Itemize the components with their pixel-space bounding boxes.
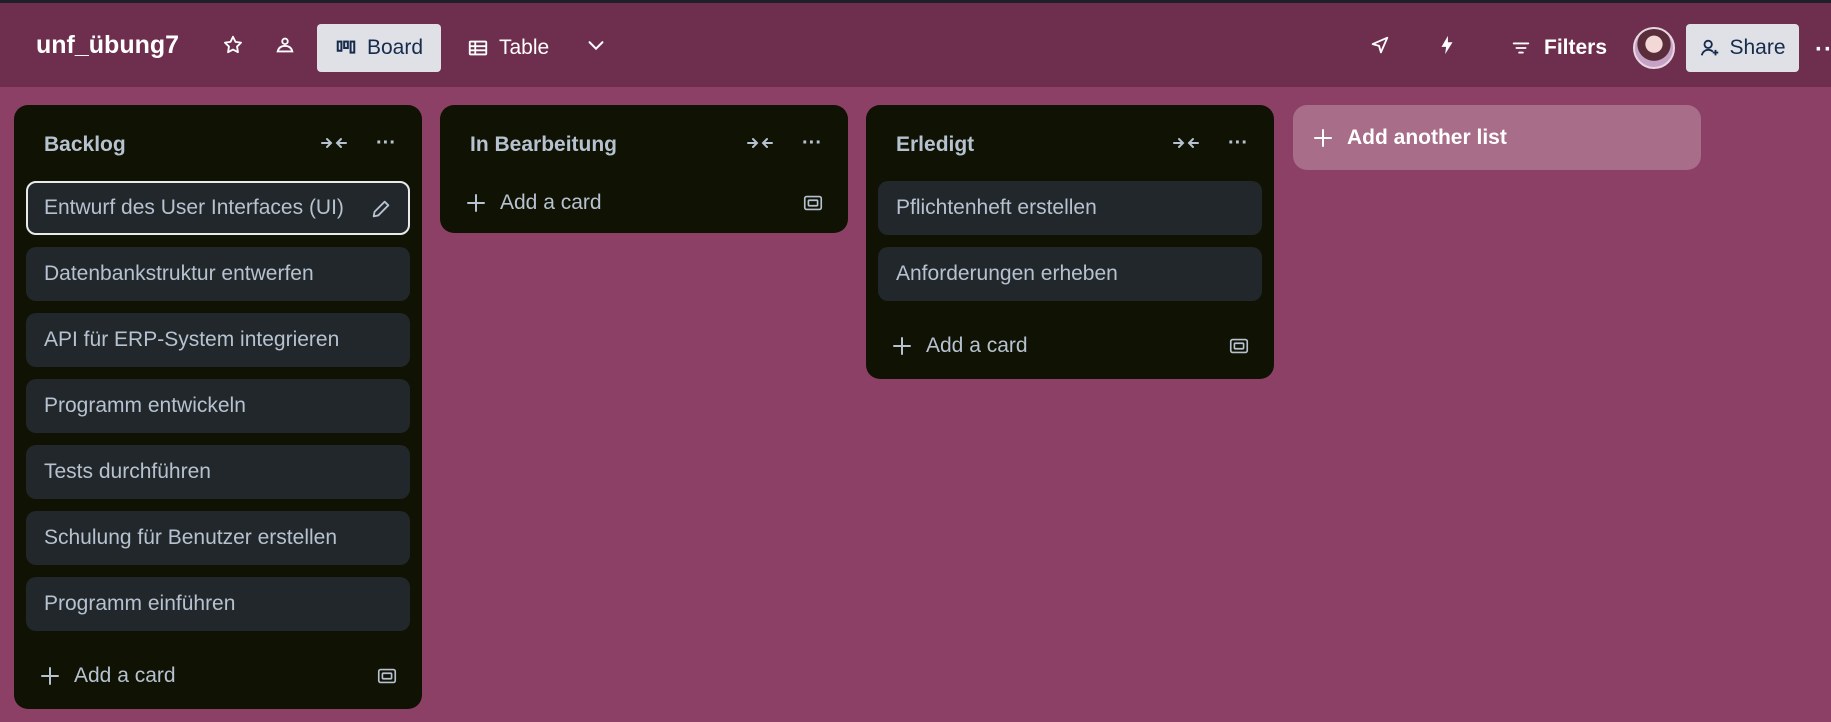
board-menu-icon[interactable]: ··: [1815, 36, 1831, 64]
card-title: Pflichtenheft erstellen: [896, 196, 1097, 219]
edit-icon[interactable]: [370, 198, 392, 220]
list-title[interactable]: In Bearbeitung: [470, 133, 617, 157]
add-card-button[interactable]: Add a card: [878, 313, 1262, 379]
list-backlog: Backlog ··· Entwurf des User Interfaces …: [14, 105, 422, 709]
card-title: Entwurf des User Interfaces (UI): [44, 196, 344, 219]
card-title: Programm einführen: [44, 592, 236, 615]
list-erledigt: Erledigt ··· Pflichtenheft erstellen Anf…: [866, 105, 1274, 379]
plus-icon: [41, 667, 59, 685]
card[interactable]: Programm einführen: [26, 577, 410, 631]
plus-icon: [893, 337, 911, 355]
card-title: Schulung für Benutzer erstellen: [44, 526, 338, 549]
list-title[interactable]: Erledigt: [896, 133, 974, 157]
add-card-button[interactable]: Add a card: [26, 643, 410, 709]
card-title: API für ERP-System integrieren: [44, 328, 340, 351]
add-card-button[interactable]: Add a card: [452, 173, 836, 233]
board-title[interactable]: unf_übung7: [36, 31, 179, 60]
card[interactable]: Schulung für Benutzer erstellen: [26, 511, 410, 565]
card-title: Datenbankstruktur entwerfen: [44, 262, 314, 285]
views-dropdown-icon[interactable]: [576, 25, 616, 65]
card-template-icon[interactable]: [802, 192, 824, 214]
add-card-label: Add a card: [500, 191, 602, 214]
list-header: In Bearbeitung ···: [440, 105, 848, 181]
card[interactable]: Datenbankstruktur entwerfen: [26, 247, 410, 301]
card[interactable]: API für ERP-System integrieren: [26, 313, 410, 367]
card[interactable]: Pflichtenheft erstellen: [878, 181, 1262, 235]
card[interactable]: Tests durchführen: [26, 445, 410, 499]
card-title: Programm entwickeln: [44, 394, 246, 417]
plus-icon: [1314, 128, 1332, 147]
collapse-list-icon[interactable]: [316, 127, 352, 159]
card-template-icon[interactable]: [376, 665, 398, 687]
list-in-bearbeitung: In Bearbeitung ··· Add a card: [440, 105, 848, 233]
filters-button[interactable]: Filters: [1500, 24, 1617, 72]
card[interactable]: Anforderungen erheben: [878, 247, 1262, 301]
view-table-label: Table: [499, 36, 550, 59]
view-board-button[interactable]: Board: [317, 24, 442, 72]
collapse-list-icon[interactable]: [1168, 127, 1204, 159]
add-list-label: Add another list: [1347, 125, 1507, 149]
list-more-icon[interactable]: ···: [794, 127, 830, 159]
list-header: Backlog ···: [14, 105, 422, 181]
list-title[interactable]: Backlog: [44, 133, 126, 157]
add-member-icon: [1701, 39, 1719, 56]
collapse-list-icon[interactable]: [742, 127, 778, 159]
add-list-button[interactable]: Add another list: [1293, 105, 1701, 170]
list-header: Erledigt ···: [866, 105, 1274, 181]
add-card-label: Add a card: [74, 664, 176, 687]
share-button[interactable]: Share: [1686, 24, 1799, 72]
card[interactable]: Entwurf des User Interfaces (UI): [26, 181, 410, 235]
card-template-icon[interactable]: [1228, 335, 1250, 357]
table-icon: [468, 40, 488, 56]
workspace-visibility-icon[interactable]: [265, 25, 305, 65]
plus-icon: [467, 194, 485, 212]
share-label: Share: [1729, 36, 1786, 59]
star-icon[interactable]: [213, 25, 253, 65]
card-title: Anforderungen erheben: [896, 262, 1118, 285]
board-header: unf_übung7 Board Table Filters Share ··: [0, 0, 1831, 87]
view-table-button[interactable]: Table: [449, 24, 567, 72]
filters-label: Filters: [1544, 36, 1608, 59]
view-board-label: Board: [367, 36, 424, 59]
avatar[interactable]: [1633, 27, 1675, 69]
add-card-label: Add a card: [926, 334, 1028, 357]
power-ups-icon[interactable]: [1360, 25, 1400, 65]
card[interactable]: Programm entwickeln: [26, 379, 410, 433]
automation-icon[interactable]: [1427, 25, 1467, 65]
list-more-icon[interactable]: ···: [368, 127, 404, 159]
filter-icon: [1512, 42, 1530, 54]
board-icon: [336, 40, 356, 54]
card-title: Tests durchführen: [44, 460, 211, 483]
list-more-icon[interactable]: ···: [1220, 127, 1256, 159]
